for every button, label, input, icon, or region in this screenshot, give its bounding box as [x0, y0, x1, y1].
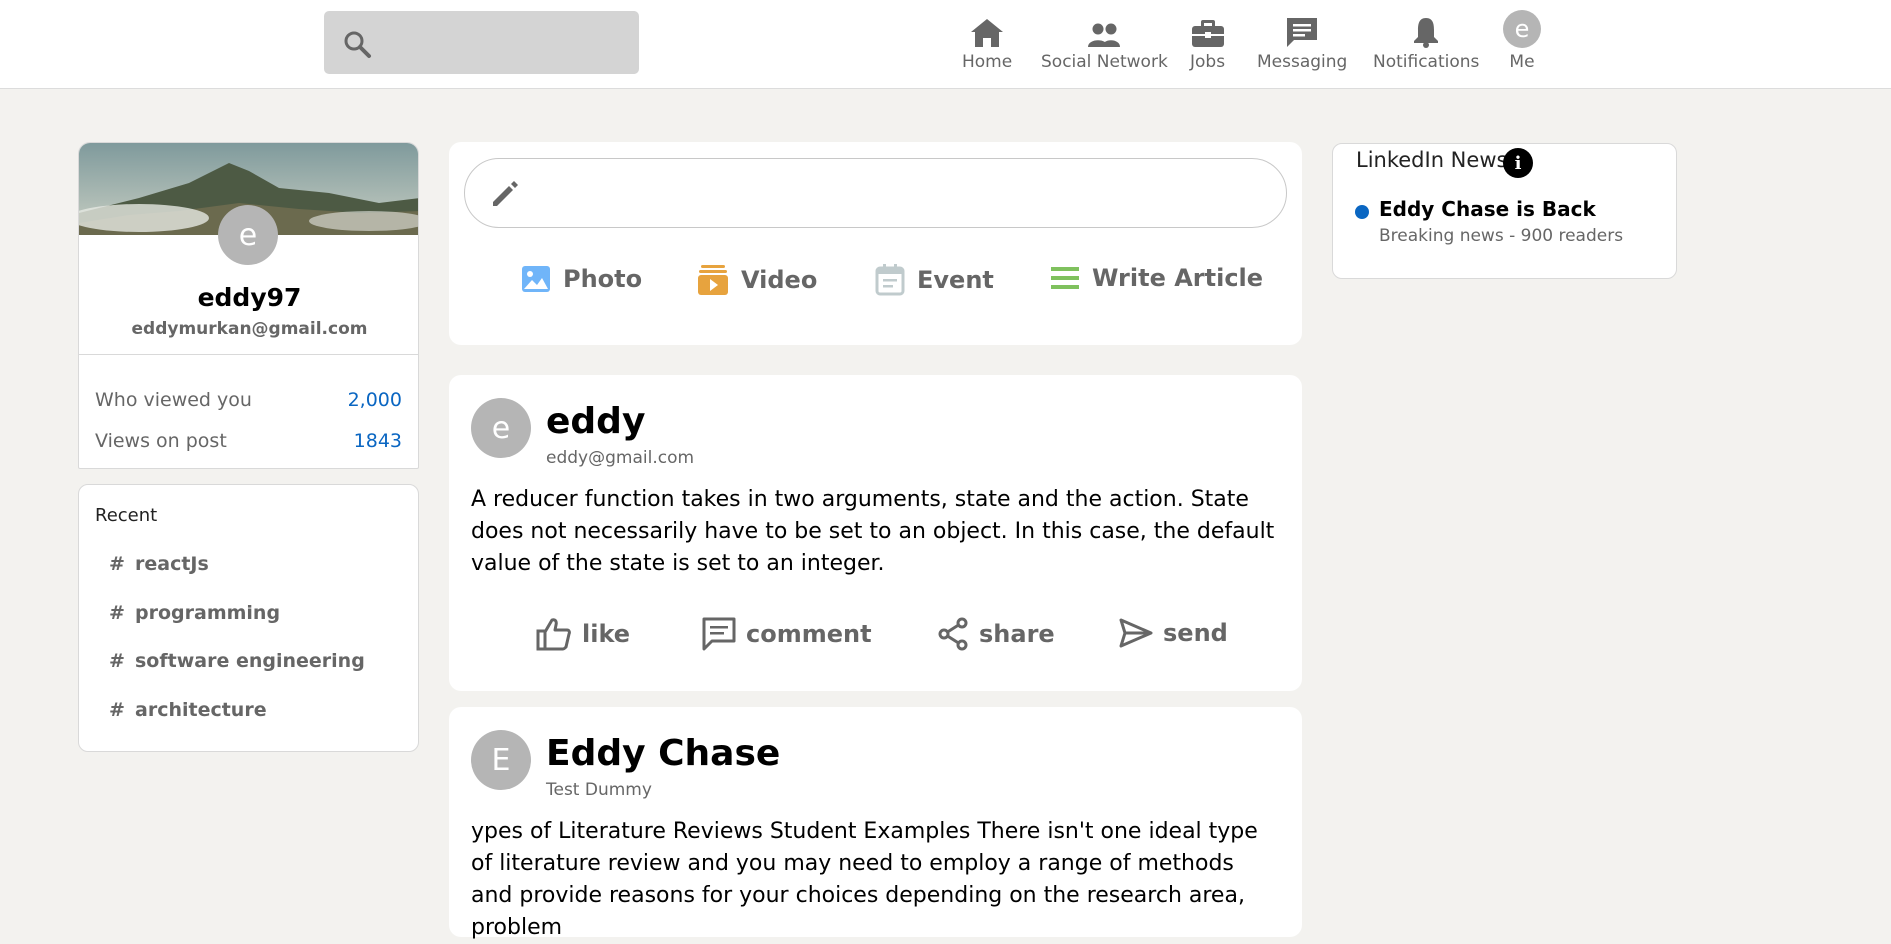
briefcase-icon	[1191, 20, 1224, 47]
info-icon[interactable]: i	[1503, 148, 1533, 178]
share-box: Photo Video Event Write Article	[449, 142, 1302, 345]
nav-messaging[interactable]: Messaging	[1257, 10, 1347, 72]
stat-value: 2,000	[347, 389, 402, 411]
profile-avatar[interactable]: e	[218, 205, 278, 265]
feed-post: e eddy eddy@gmail.com A reducer function…	[449, 375, 1302, 691]
share-video-button[interactable]: Video	[697, 264, 817, 296]
nav-me-label: Me	[1509, 52, 1535, 72]
share-video-label: Video	[741, 266, 818, 294]
article-icon	[1051, 267, 1079, 289]
send-button[interactable]: send	[1119, 617, 1228, 649]
pencil-icon	[493, 181, 518, 206]
home-icon	[971, 19, 1004, 47]
recent-item-label: architecture	[135, 699, 267, 721]
news-meta: Breaking news - 900 readers	[1379, 226, 1624, 246]
like-button[interactable]: like	[536, 617, 630, 651]
stat-row-views-on-post[interactable]: Views on post 1843	[95, 430, 402, 452]
nav-home[interactable]: Home	[962, 10, 1012, 72]
avatar: e	[1503, 10, 1541, 48]
comment-icon	[702, 617, 736, 651]
post-author-avatar[interactable]: e	[471, 398, 531, 458]
bell-icon	[1414, 18, 1439, 48]
search-icon	[344, 31, 371, 58]
share-photo-label: Photo	[563, 265, 643, 293]
recent-item-reactjs[interactable]: # reactJs	[109, 553, 209, 575]
event-icon	[875, 264, 905, 296]
share-icon	[938, 617, 968, 651]
nav-notifications[interactable]: Notifications	[1373, 10, 1479, 72]
recent-item-label: reactJs	[135, 553, 209, 575]
comment-label: comment	[746, 620, 872, 648]
create-post-input[interactable]	[464, 158, 1287, 228]
hashtag-icon: #	[109, 602, 125, 624]
hashtag-icon: #	[109, 650, 125, 672]
feed-post: E Eddy Chase Test Dummy ypes of Literatu…	[449, 707, 1302, 940]
nav-me[interactable]: e Me	[1503, 10, 1541, 72]
news-title: LinkedIn News	[1356, 148, 1508, 172]
share-label: share	[979, 620, 1055, 648]
news-card: LinkedIn News i Eddy Chase is Back Break…	[1332, 143, 1677, 279]
top-navbar: Home Social Network Jobs Messaging Notif…	[0, 0, 1891, 89]
post-author-subtitle: eddy@gmail.com	[546, 448, 695, 468]
stat-value: 1843	[353, 430, 402, 452]
recent-item-label: software engineering	[135, 650, 365, 672]
post-body: A reducer function takes in two argument…	[471, 487, 1275, 576]
recent-title: Recent	[95, 505, 158, 526]
photo-icon	[522, 266, 550, 292]
profile-stats-card: Who viewed you 2,000 Views on post 1843	[78, 354, 419, 469]
bullet-icon	[1355, 205, 1369, 219]
send-icon	[1119, 618, 1153, 648]
nav-notifications-label: Notifications	[1373, 52, 1480, 72]
post-author-avatar[interactable]: E	[471, 730, 531, 790]
post-author-name[interactable]: Eddy Chase	[546, 733, 780, 774]
like-label: like	[582, 620, 631, 648]
share-event-button[interactable]: Event	[875, 264, 994, 296]
nav-social-network-label: Social Network	[1041, 52, 1168, 72]
comment-button[interactable]: comment	[702, 617, 872, 651]
people-icon	[1088, 23, 1121, 47]
profile-card: e eddy97 eddymurkan@gmail.com	[78, 142, 419, 357]
profile-username[interactable]: eddy97	[79, 283, 418, 312]
nav-jobs[interactable]: Jobs	[1190, 10, 1225, 72]
hashtag-icon: #	[109, 699, 125, 721]
share-write-article-label: Write Article	[1092, 264, 1264, 292]
recent-card: Recent # reactJs # programming # softwar…	[78, 484, 419, 752]
stat-row-who-viewed[interactable]: Who viewed you 2,000	[95, 389, 402, 411]
share-write-article-button[interactable]: Write Article	[1050, 264, 1263, 292]
post-body: ypes of Literature Reviews Student Examp…	[471, 819, 1258, 940]
post-author-subtitle: Test Dummy	[546, 780, 652, 800]
recent-item-label: programming	[135, 602, 281, 624]
share-button[interactable]: share	[937, 617, 1055, 651]
recent-item-architecture[interactable]: # architecture	[109, 699, 267, 721]
send-label: send	[1163, 619, 1228, 647]
share-photo-button[interactable]: Photo	[521, 264, 642, 294]
hashtag-icon: #	[109, 553, 125, 575]
news-headline[interactable]: Eddy Chase is Back	[1379, 197, 1596, 221]
nav-social-network[interactable]: Social Network	[1041, 10, 1168, 72]
nav-messaging-label: Messaging	[1257, 52, 1348, 72]
thumbs-up-icon	[536, 618, 571, 651]
stat-label: Who viewed you	[95, 389, 252, 411]
video-icon	[698, 265, 728, 295]
profile-email: eddymurkan@gmail.com	[131, 319, 368, 339]
recent-item-software-engineering[interactable]: # software engineering	[109, 650, 365, 672]
chat-icon	[1287, 18, 1318, 47]
share-event-label: Event	[917, 266, 994, 294]
nav-home-label: Home	[962, 52, 1013, 72]
post-author-name[interactable]: eddy	[546, 401, 645, 442]
nav-jobs-label: Jobs	[1190, 52, 1226, 72]
stat-label: Views on post	[95, 430, 227, 452]
recent-item-programming[interactable]: # programming	[109, 602, 280, 624]
search-input[interactable]	[324, 11, 639, 74]
